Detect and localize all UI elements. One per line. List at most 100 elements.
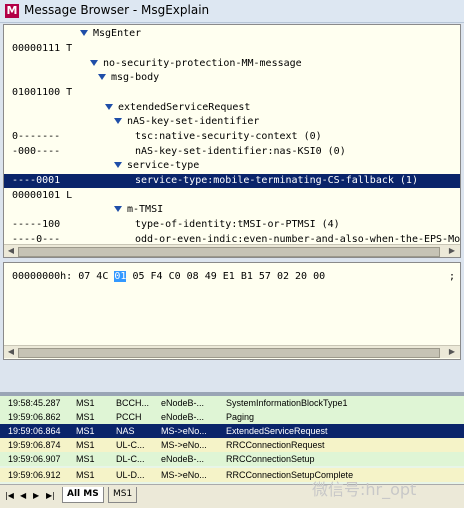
- tree-label: service-type:mobile-terminating-CS-fallb…: [135, 175, 418, 186]
- msg-name: RRCConnectionSetup: [226, 454, 315, 464]
- msg-time: 19:59:06.907: [8, 454, 61, 464]
- expand-triangle-icon[interactable]: [105, 104, 113, 110]
- msg-channel: DL-C...: [116, 454, 145, 464]
- tree-label: tsc:native-security-context (0): [135, 131, 322, 142]
- window-title: Message Browser - MsgExplain: [24, 3, 210, 17]
- msg-ms: MS1: [76, 426, 95, 436]
- msg-name: RRCConnectionRequest: [226, 440, 325, 450]
- next-tab-icon[interactable]: ▶: [33, 491, 39, 500]
- prev-tab-icon[interactable]: ◀: [20, 491, 26, 500]
- msg-direction: MS->eNo...: [161, 440, 207, 450]
- expand-triangle-icon[interactable]: [98, 74, 106, 80]
- tree-row[interactable]: -----100 type-of-identity:tMSI-or-PTMSI …: [4, 218, 460, 232]
- tree-row[interactable]: 00000101 L: [4, 189, 460, 203]
- list-item-selected[interactable]: 19:59:06.864 MS1 NAS MS->eNo... Extended…: [0, 424, 464, 438]
- scroll-left-arrow-icon[interactable]: ◀: [6, 246, 16, 256]
- scroll-thumb[interactable]: [18, 247, 440, 257]
- msg-name: SystemInformationBlockType1: [226, 398, 348, 408]
- list-item[interactable]: 19:59:06.874 MS1 UL-C... MS->eNo... RRCC…: [0, 438, 464, 452]
- msg-channel: PCCH: [116, 412, 142, 422]
- title-bar[interactable]: M Message Browser - MsgExplain: [0, 0, 464, 23]
- msg-channel: UL-D...: [116, 470, 145, 480]
- tree-horizontal-scrollbar[interactable]: ◀ ▶: [4, 244, 460, 257]
- bit-pattern: 00000111 T: [12, 43, 73, 54]
- msg-name: ExtendedServiceRequest: [226, 426, 328, 436]
- tree-row-selected[interactable]: ----0001 service-type:mobile-terminating…: [4, 174, 460, 188]
- msg-direction: MS->eNo...: [161, 470, 207, 480]
- tree-row[interactable]: extendedServiceRequest: [4, 101, 460, 115]
- tab-all-ms[interactable]: All MS: [62, 487, 104, 503]
- tree-row[interactable]: MsgEnter: [4, 27, 460, 41]
- bit-pattern: -000----: [12, 146, 61, 157]
- msg-channel: NAS: [116, 426, 135, 436]
- message-browser-window: M Message Browser - MsgExplain MsgEnter …: [0, 0, 464, 392]
- hex-horizontal-scrollbar[interactable]: ◀ ▶: [4, 345, 460, 358]
- msg-ms: MS1: [76, 412, 95, 422]
- msg-ms: MS1: [76, 398, 95, 408]
- tree-row[interactable]: no-security-protection-MM-message: [4, 57, 460, 71]
- bit-pattern: -----100: [12, 219, 61, 230]
- msg-name: Paging: [226, 412, 255, 422]
- last-tab-icon[interactable]: ▶|: [46, 491, 55, 500]
- msg-time: 19:58:45.287: [8, 398, 61, 408]
- hex-bytes: 05 F4 C0 08 49 E1 B1 57 02 20 00: [132, 271, 326, 282]
- tree-row[interactable]: 00000111 T: [4, 42, 460, 56]
- list-item[interactable]: 19:59:06.862 MS1 PCCH eNodeB-... Paging: [0, 410, 464, 424]
- msg-direction: eNodeB-...: [161, 398, 205, 408]
- expand-triangle-icon[interactable]: [114, 162, 122, 168]
- tree-label: no-security-protection-MM-message: [103, 58, 302, 69]
- hex-offset: 00000000h:: [12, 271, 73, 282]
- tree-row[interactable]: 0------- tsc:native-security-context (0): [4, 130, 460, 144]
- app-logo-icon: M: [5, 4, 19, 18]
- msg-ms: MS1: [76, 454, 95, 464]
- tree-label: nAS-key-set-identifier:nas-KSI0 (0): [135, 146, 346, 157]
- tab-ms1[interactable]: MS1: [108, 487, 138, 503]
- msg-channel: BCCH...: [116, 398, 150, 408]
- tree-label: msg-body: [111, 72, 160, 83]
- watermark: 微信号:hr_opt: [312, 480, 417, 499]
- msg-time: 19:59:06.864: [8, 426, 61, 436]
- scroll-right-arrow-icon[interactable]: ▶: [447, 347, 457, 357]
- msg-direction: MS->eNo...: [161, 426, 207, 436]
- expand-triangle-icon[interactable]: [80, 30, 88, 36]
- scroll-thumb[interactable]: [18, 348, 440, 358]
- message-list[interactable]: 19:58:45.287 MS1 BCCH... eNodeB-... Syst…: [0, 396, 464, 484]
- list-item[interactable]: 19:58:45.287 MS1 BCCH... eNodeB-... Syst…: [0, 396, 464, 410]
- tree-label: type-of-identity:tMSI-or-PTMSI (4): [135, 219, 340, 230]
- first-tab-icon[interactable]: |◀: [5, 491, 14, 500]
- tree-row[interactable]: m-TMSI: [4, 203, 460, 217]
- tree-label: MsgEnter: [93, 28, 142, 39]
- expand-triangle-icon[interactable]: [114, 206, 122, 212]
- tree-label: nAS-key-set-identifier: [127, 116, 260, 127]
- msg-direction: eNodeB-...: [161, 412, 205, 422]
- list-item[interactable]: 19:59:06.907 MS1 DL-C... eNodeB-... RRCC…: [0, 452, 464, 466]
- hex-trailing: ;: [449, 271, 456, 282]
- msg-time: 19:59:06.874: [8, 440, 61, 450]
- tree-row[interactable]: msg-body: [4, 71, 460, 85]
- msg-time: 19:59:06.862: [8, 412, 61, 422]
- bit-pattern: ----0001: [12, 175, 61, 186]
- hex-bytes: 07 4C: [78, 271, 109, 282]
- tree-label: extendedServiceRequest: [118, 102, 251, 113]
- tree-row[interactable]: 01001100 T: [4, 86, 460, 100]
- msg-direction: eNodeB-...: [161, 454, 205, 464]
- tree-row[interactable]: nAS-key-set-identifier: [4, 115, 460, 129]
- tree-label: m-TMSI: [127, 204, 164, 215]
- tree-label: service-type: [127, 160, 200, 171]
- msg-ms: MS1: [76, 440, 95, 450]
- expand-triangle-icon[interactable]: [114, 118, 122, 124]
- expand-triangle-icon[interactable]: [90, 60, 98, 66]
- scroll-right-arrow-icon[interactable]: ▶: [447, 246, 457, 256]
- msg-ms: MS1: [76, 470, 95, 480]
- hex-selected-byte[interactable]: 01: [114, 271, 127, 282]
- msg-time: 19:59:06.912: [8, 470, 61, 480]
- bit-pattern: 00000101 L: [12, 190, 73, 201]
- bit-pattern: 0-------: [12, 131, 61, 142]
- scroll-left-arrow-icon[interactable]: ◀: [6, 347, 16, 357]
- hex-dump-pane[interactable]: 00000000h: 07 4C 01 05 F4 C0 08 49 E1 B1…: [3, 262, 461, 360]
- hex-line[interactable]: 00000000h: 07 4C 01 05 F4 C0 08 49 E1 B1…: [12, 271, 325, 282]
- tree-row[interactable]: -000---- nAS-key-set-identifier:nas-KSI0…: [4, 145, 460, 159]
- tree-row[interactable]: service-type: [4, 159, 460, 173]
- bit-pattern: 01001100 T: [12, 87, 73, 98]
- decode-tree-pane[interactable]: MsgEnter 00000111 T no-security-protecti…: [3, 24, 461, 258]
